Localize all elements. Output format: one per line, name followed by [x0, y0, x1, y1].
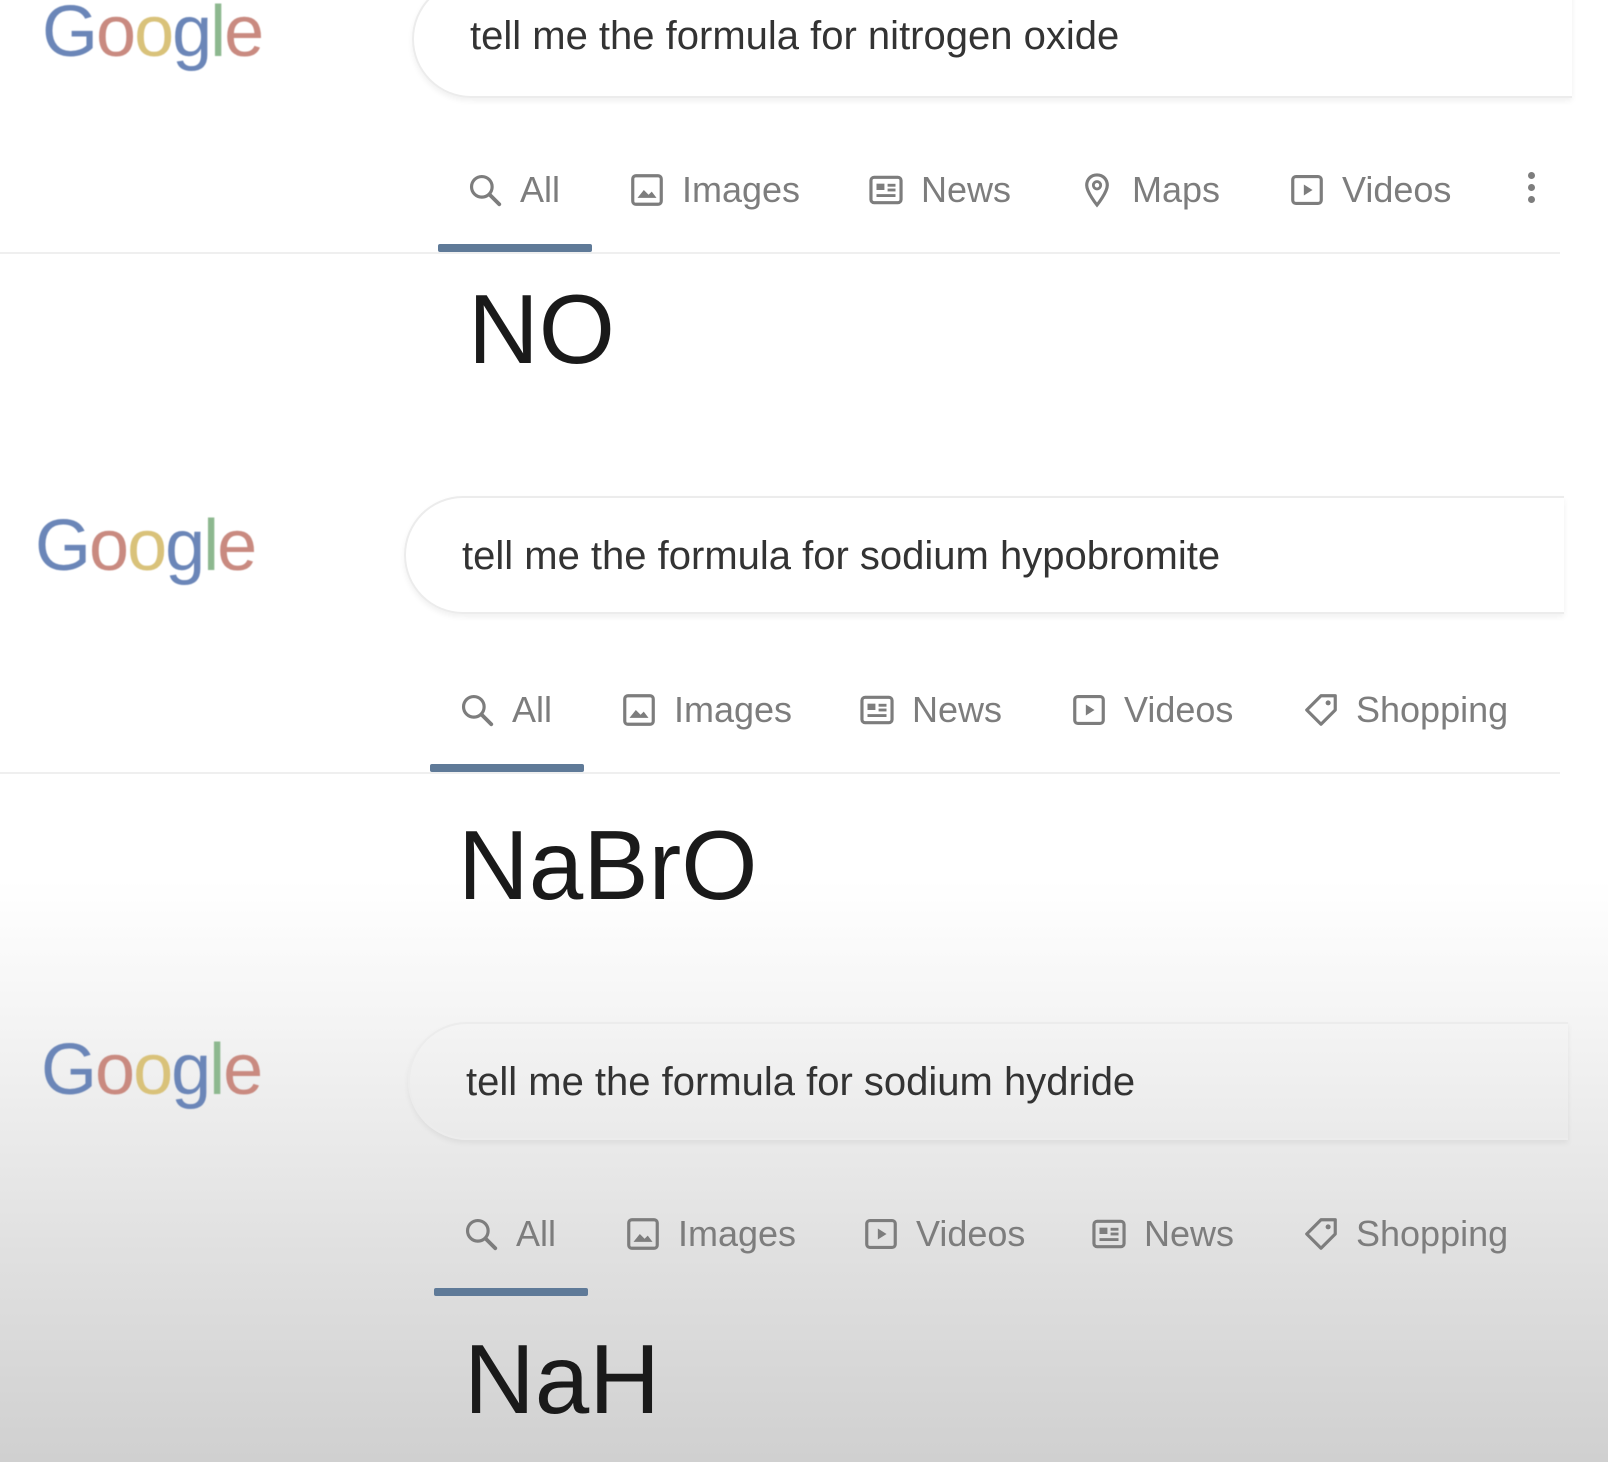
search-query[interactable]: tell me the formula for sodium hydride — [466, 1060, 1135, 1105]
video-icon — [865, 1218, 897, 1250]
tab-label: Videos — [916, 1213, 1026, 1254]
tab-videos[interactable]: Videos — [862, 1204, 1025, 1264]
tab-label: Shopping — [1356, 1213, 1509, 1254]
image-icon — [627, 1218, 659, 1250]
tag-icon — [1305, 1218, 1337, 1250]
search-tabs: All Images Videos News Shopping — [0, 1204, 1608, 1264]
tab-label: Images — [678, 1213, 797, 1254]
tab-shopping[interactable]: Shopping — [1302, 1204, 1508, 1264]
tab-label: News — [1144, 1213, 1235, 1254]
search-icon — [465, 1218, 498, 1251]
tab-images[interactable]: Images — [624, 1204, 796, 1264]
tab-news[interactable]: News — [1090, 1204, 1234, 1264]
tab-all[interactable]: All — [462, 1204, 556, 1264]
google-logo[interactable]: Google — [41, 1034, 263, 1106]
tab-label: All — [516, 1213, 557, 1254]
search-result-panel-3: Google tell me the formula for sodium hy… — [0, 0, 1608, 1462]
news-icon — [1092, 1219, 1126, 1249]
active-tab-indicator — [434, 1288, 588, 1296]
answer-text: NaH — [464, 1324, 661, 1434]
